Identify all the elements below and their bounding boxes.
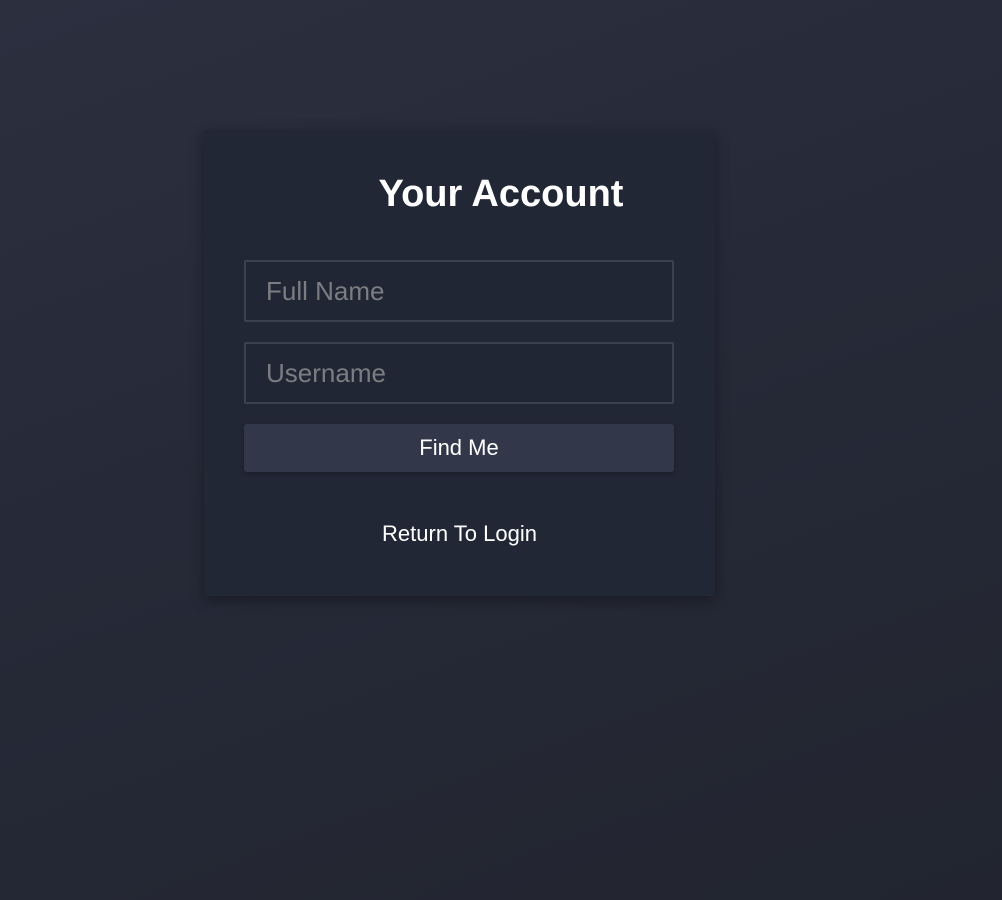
username-input[interactable] bbox=[244, 342, 674, 404]
find-me-button[interactable]: Find Me bbox=[244, 424, 674, 472]
full-name-input[interactable] bbox=[244, 260, 674, 322]
return-to-login-link[interactable]: Return To Login bbox=[204, 520, 715, 548]
page-title: Your Account bbox=[378, 173, 624, 215]
